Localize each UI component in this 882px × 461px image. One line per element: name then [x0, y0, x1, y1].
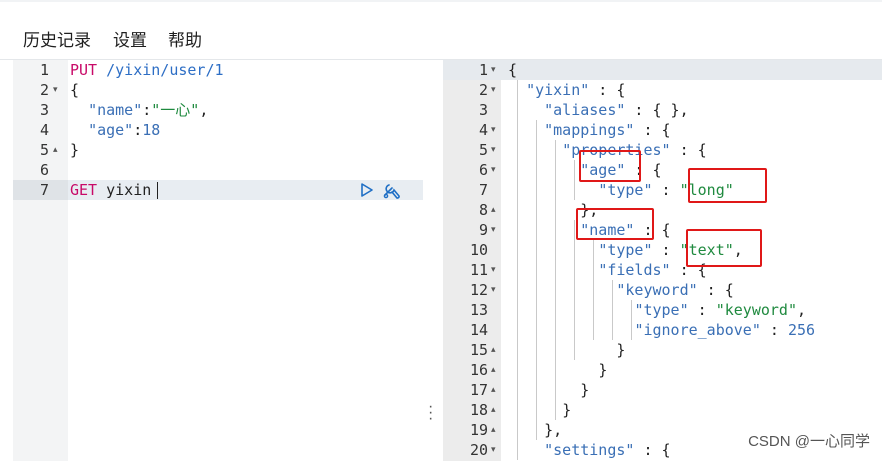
line-number: 1: [478, 61, 488, 79]
line-number: 12: [469, 281, 488, 299]
watermark: CSDN @一心同学: [748, 433, 870, 450]
code-line: "name":"一心",: [88, 101, 209, 119]
line-number: 18: [469, 401, 488, 419]
line-number: 5: [478, 141, 488, 159]
code-line: "fields" : {: [598, 261, 707, 279]
unfold-arrow-icon[interactable]: ▴: [53, 140, 58, 160]
menu-settings[interactable]: 设置: [113, 26, 147, 51]
fold-arrow-icon[interactable]: ▾: [491, 220, 496, 240]
line-number: 15: [469, 341, 488, 359]
line-number: 6: [39, 161, 49, 179]
run-request-icon[interactable]: [360, 183, 374, 197]
line-number: 3: [39, 101, 49, 119]
code-line: {: [70, 81, 80, 99]
line-number: 2: [39, 81, 49, 99]
highlight-long-value: [688, 168, 767, 203]
line-number: 1: [39, 61, 49, 79]
fold-arrow-icon[interactable]: ▾: [491, 440, 496, 460]
unfold-arrow-icon[interactable]: ▴: [491, 400, 496, 420]
code-line: PUT /yixin/user/1: [70, 61, 224, 79]
indent-guide: [631, 300, 632, 340]
code-line: "yixin" : {: [526, 81, 626, 99]
wrench-icon[interactable]: [382, 181, 402, 199]
line-number: 13: [469, 301, 488, 319]
highlight-text-value: [686, 229, 762, 267]
line-number: 6: [478, 161, 488, 179]
line-number: 7: [39, 181, 49, 199]
fold-arrow-icon[interactable]: ▾: [491, 280, 496, 300]
menu-bar: 历史记录 设置 帮助: [0, 2, 882, 60]
code-line: "type" : "keyword",: [634, 301, 807, 319]
fold-arrow-icon[interactable]: ▾: [491, 80, 496, 100]
fold-arrow-icon[interactable]: ▾: [491, 140, 496, 160]
line-number: 10: [469, 241, 488, 259]
line-number: 17: [469, 381, 488, 399]
fold-arrow-icon[interactable]: ▾: [53, 80, 58, 100]
code-line: "age":18: [88, 121, 161, 139]
fold-arrow-icon[interactable]: ▾: [491, 260, 496, 280]
fold-arrow-icon[interactable]: ▾: [491, 160, 496, 180]
resize-handle-icon[interactable]: · · ·: [428, 399, 433, 427]
indent-guide: [536, 120, 537, 440]
highlight-age-key: [579, 150, 641, 182]
fold-arrow-icon[interactable]: ▾: [491, 60, 496, 80]
unfold-arrow-icon[interactable]: ▴: [491, 340, 496, 360]
line-number: 4: [478, 121, 488, 139]
indent-guide: [517, 80, 518, 460]
code-line: "aliases" : { },: [544, 101, 689, 119]
indent-guide: [593, 240, 594, 340]
code-line: GET yixin: [70, 181, 152, 199]
menu-help[interactable]: 帮助: [168, 26, 202, 51]
line-number: 7: [478, 181, 488, 199]
line-number: 4: [39, 121, 49, 139]
code-line: {: [508, 61, 518, 79]
code-line: }: [616, 341, 626, 359]
code-line: "settings" : {: [544, 441, 671, 459]
line-number: 2: [478, 81, 488, 99]
pane-divider[interactable]: [423, 60, 443, 461]
indent-guide: [574, 160, 575, 200]
unfold-arrow-icon[interactable]: ▴: [491, 360, 496, 380]
unfold-arrow-icon[interactable]: ▴: [491, 200, 496, 220]
line-number: 14: [469, 321, 488, 339]
line-number: 19: [469, 421, 488, 439]
code-line: }: [580, 381, 590, 399]
indent-guide: [574, 220, 575, 360]
indent-guide: [612, 280, 613, 340]
code-line: "mappings" : {: [544, 121, 671, 139]
code-line: "keyword" : {: [616, 281, 734, 299]
code-line: }: [70, 141, 80, 159]
menu-history[interactable]: 历史记录: [23, 26, 91, 51]
text-cursor: [157, 182, 158, 199]
line-number: 5: [39, 141, 49, 159]
code-line: }: [598, 361, 608, 379]
line-number: 3: [478, 101, 488, 119]
indent-guide: [555, 140, 556, 420]
unfold-arrow-icon[interactable]: ▴: [491, 380, 496, 400]
highlight-name-key: [576, 208, 654, 240]
line-number: 11: [469, 261, 488, 279]
fold-arrow-icon[interactable]: ▾: [491, 120, 496, 140]
line-number: 16: [469, 361, 488, 379]
unfold-arrow-icon[interactable]: ▴: [491, 420, 496, 440]
line-number: 8: [478, 201, 488, 219]
line-number: 9: [478, 221, 488, 239]
line-number: 20: [469, 441, 488, 459]
